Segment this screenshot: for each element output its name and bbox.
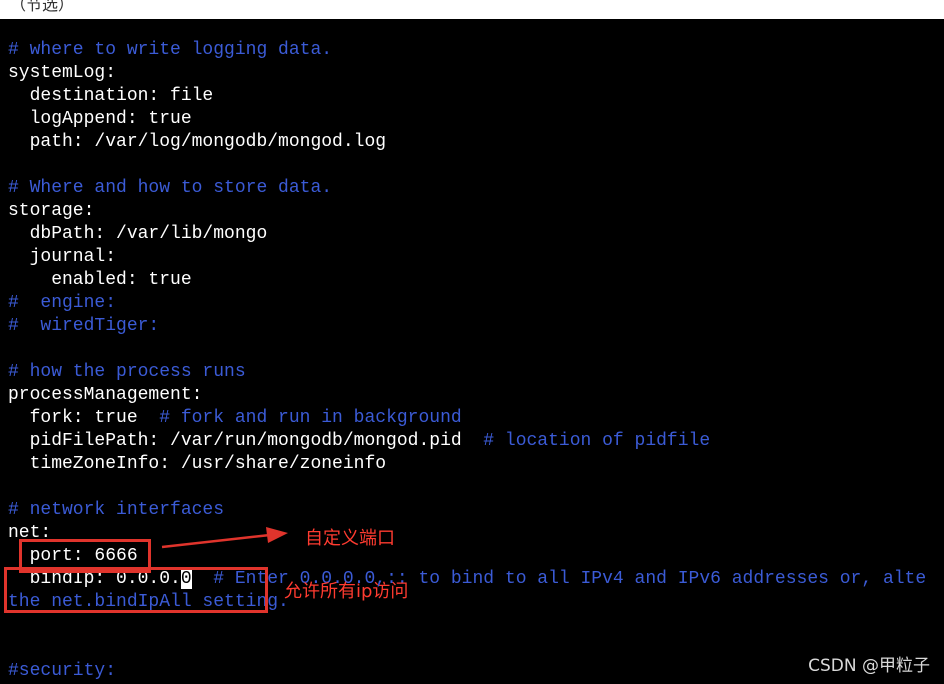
bindip-annotation-label: 允许所有ip访问	[284, 581, 409, 602]
annotation-arrow	[161, 527, 288, 549]
port-annotation-label: 自定义端口	[305, 528, 395, 549]
watermark: CSDN @甲粒子	[808, 656, 930, 676]
